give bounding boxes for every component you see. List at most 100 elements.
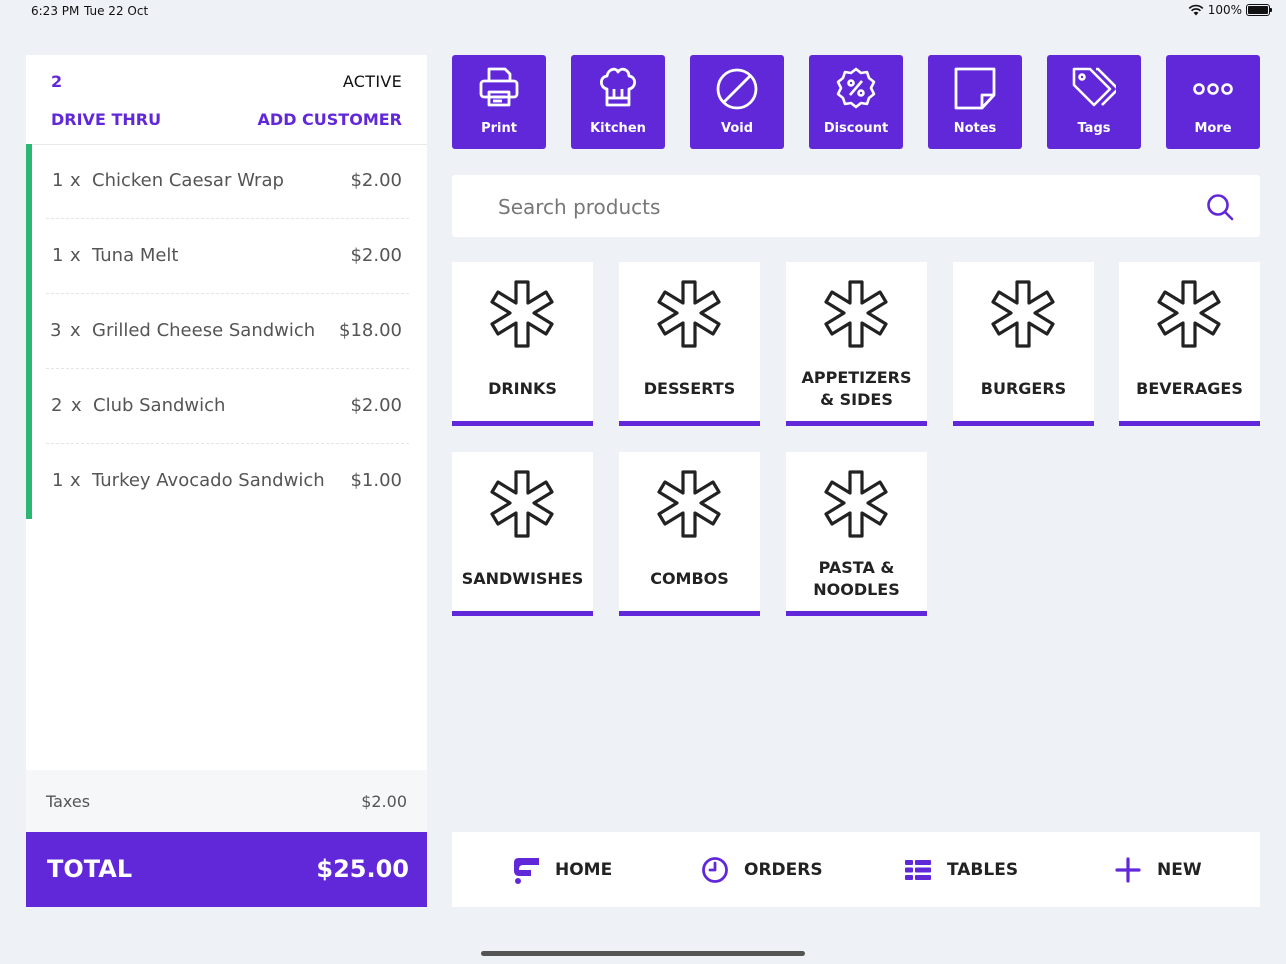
wifi-icon bbox=[1188, 4, 1204, 16]
item-price: $2.00 bbox=[350, 170, 402, 191]
notes-button[interactable]: Notes bbox=[928, 55, 1022, 149]
item-qty: 1 bbox=[52, 170, 64, 191]
add-customer-button[interactable]: ADD CUSTOMER bbox=[258, 110, 402, 129]
category-label: BEVERAGES bbox=[1136, 379, 1243, 398]
taxes-row: Taxes $2.00 bbox=[26, 770, 427, 832]
tables-icon bbox=[905, 859, 931, 880]
item-price: $2.00 bbox=[350, 395, 402, 416]
search-icon[interactable] bbox=[1206, 193, 1234, 221]
item-times: x bbox=[71, 395, 82, 416]
asterisk-icon bbox=[824, 470, 888, 538]
item-price: $2.00 bbox=[350, 245, 402, 266]
category-tile[interactable]: DRINKS bbox=[452, 262, 593, 426]
order-type[interactable]: DRIVE THRU bbox=[51, 110, 161, 129]
battery-percent: 100% bbox=[1207, 3, 1242, 17]
category-label: COMBOS bbox=[650, 569, 729, 588]
status-right: 100% bbox=[1188, 3, 1272, 17]
order-header: 2 ACTIVE DRIVE THRU ADD CUSTOMER bbox=[26, 55, 427, 145]
item-price: $1.00 bbox=[350, 470, 402, 491]
order-line-item[interactable]: 2 x Club Sandwich $2.00 bbox=[26, 369, 427, 444]
total-bar[interactable]: TOTAL $25.00 bbox=[26, 832, 427, 907]
home-indicator[interactable] bbox=[481, 951, 805, 956]
print-button[interactable]: Print bbox=[452, 55, 546, 149]
category-label: BURGERS bbox=[980, 379, 1067, 398]
item-name: Club Sandwich bbox=[93, 395, 226, 416]
order-panel: 2 ACTIVE DRIVE THRU ADD CUSTOMER 1 x Chi… bbox=[26, 55, 427, 907]
item-name: Turkey Avocado Sandwich bbox=[92, 470, 325, 491]
nav-orders-label: ORDERS bbox=[744, 859, 823, 880]
item-name: Chicken Caesar Wrap bbox=[92, 170, 284, 191]
category-label: APPETIZERS & SIDES bbox=[801, 368, 912, 409]
plus-icon bbox=[1115, 856, 1141, 883]
nav-home[interactable]: HOME bbox=[511, 832, 612, 907]
asterisk-icon bbox=[490, 280, 554, 348]
item-name: Tuna Melt bbox=[92, 245, 179, 266]
item-qty: 3 bbox=[50, 320, 62, 341]
tags-icon bbox=[1072, 67, 1116, 107]
discount-button[interactable]: Discount bbox=[809, 55, 903, 149]
chef-hat-icon bbox=[599, 67, 637, 107]
total-label: TOTAL bbox=[47, 855, 133, 883]
category-tile[interactable]: COMBOS bbox=[619, 452, 760, 616]
order-status: ACTIVE bbox=[342, 72, 402, 91]
nav-new-label: NEW bbox=[1157, 859, 1202, 880]
asterisk-icon bbox=[657, 470, 721, 538]
discount-icon bbox=[836, 67, 876, 109]
more-label: More bbox=[1194, 121, 1232, 136]
category-tile[interactable]: BURGERS bbox=[953, 262, 1094, 426]
category-tile[interactable]: DESSERTS bbox=[619, 262, 760, 426]
category-label: DESSERTS bbox=[643, 379, 736, 398]
order-line-item[interactable]: 3 x Grilled Cheese Sandwich $18.00 bbox=[26, 294, 427, 369]
search-input[interactable] bbox=[496, 190, 1180, 224]
item-price: $18.00 bbox=[339, 320, 402, 341]
category-tile[interactable]: SANDWISHES bbox=[452, 452, 593, 616]
void-button[interactable]: Void bbox=[690, 55, 784, 149]
void-label: Void bbox=[720, 121, 754, 136]
battery-icon bbox=[1246, 4, 1272, 16]
order-line-item[interactable]: 1 x Chicken Caesar Wrap $2.00 bbox=[26, 144, 427, 219]
kitchen-button[interactable]: Kitchen bbox=[571, 55, 665, 149]
void-icon bbox=[716, 68, 758, 110]
item-qty: 2 bbox=[51, 395, 63, 416]
printer-icon bbox=[479, 67, 519, 107]
more-button[interactable]: More bbox=[1166, 55, 1260, 149]
note-icon bbox=[954, 67, 996, 110]
order-line-item[interactable]: 1 x Tuna Melt $2.00 bbox=[26, 219, 427, 294]
category-tile[interactable]: PASTA & NOODLES bbox=[786, 452, 927, 616]
tags-button[interactable]: Tags bbox=[1047, 55, 1141, 149]
item-qty: 1 bbox=[52, 245, 64, 266]
search-bar bbox=[452, 175, 1260, 237]
nav-home-label: HOME bbox=[555, 859, 613, 880]
clock-icon bbox=[702, 856, 728, 883]
item-times: x bbox=[70, 470, 81, 491]
bottom-nav: HOME ORDERS TABLES NEW bbox=[452, 832, 1260, 907]
taxes-value: $2.00 bbox=[361, 792, 407, 811]
more-icon bbox=[1193, 83, 1233, 95]
tags-label: Tags bbox=[1077, 121, 1111, 136]
status-time: 6:23 PM bbox=[31, 4, 80, 18]
nav-orders[interactable]: ORDERS bbox=[700, 832, 823, 907]
kitchen-label: Kitchen bbox=[590, 121, 646, 136]
category-tile[interactable]: APPETIZERS & SIDES bbox=[786, 262, 927, 426]
notes-label: Notes bbox=[953, 121, 997, 136]
item-times: x bbox=[70, 245, 81, 266]
item-qty: 1 bbox=[52, 470, 64, 491]
asterisk-icon bbox=[490, 470, 554, 538]
order-line-item[interactable]: 1 x Turkey Avocado Sandwich $1.00 bbox=[26, 444, 427, 519]
category-tile[interactable]: BEVERAGES bbox=[1119, 262, 1260, 426]
item-times: x bbox=[70, 320, 81, 341]
taxes-label: Taxes bbox=[46, 792, 91, 811]
nav-tables[interactable]: TABLES bbox=[903, 832, 1018, 907]
status-bar: 6:23 PM Tue 22 Oct 100% bbox=[0, 0, 1286, 24]
nav-new[interactable]: NEW bbox=[1113, 832, 1202, 907]
total-value: $25.00 bbox=[316, 855, 409, 883]
nav-tables-label: TABLES bbox=[947, 859, 1019, 880]
category-label: PASTA & NOODLES bbox=[813, 558, 900, 599]
home-logo-icon bbox=[514, 857, 539, 884]
asterisk-icon bbox=[657, 280, 721, 348]
discount-label: Discount bbox=[823, 121, 889, 136]
category-label: SANDWISHES bbox=[461, 569, 584, 588]
print-label: Print bbox=[481, 121, 517, 136]
asterisk-icon bbox=[824, 280, 888, 348]
asterisk-icon bbox=[1157, 280, 1221, 348]
